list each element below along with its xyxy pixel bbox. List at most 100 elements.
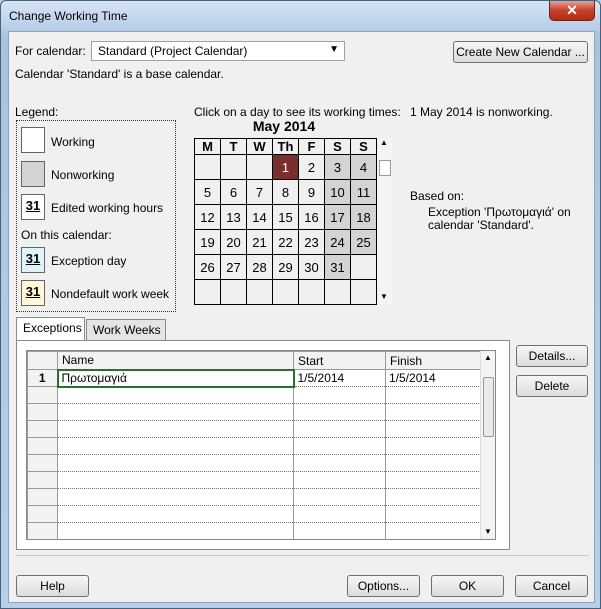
calendar-day[interactable]: 30 — [298, 254, 325, 280]
calendar-day[interactable]: 20 — [220, 229, 247, 255]
ok-button[interactable]: OK — [431, 575, 504, 597]
empty-cell[interactable] — [293, 403, 386, 421]
row-index[interactable] — [27, 488, 58, 506]
empty-cell[interactable] — [293, 386, 386, 404]
calendar-select[interactable]: Standard (Project Calendar) ▼ — [91, 41, 345, 61]
calendar-day[interactable]: 14 — [246, 204, 273, 230]
row-index[interactable] — [27, 454, 58, 472]
calendar-day[interactable]: 23 — [298, 229, 325, 255]
column-header-finish[interactable]: Finish — [385, 351, 482, 370]
calendar-day[interactable] — [194, 154, 221, 180]
calendar-day[interactable]: 6 — [220, 179, 247, 205]
row-index[interactable] — [27, 420, 58, 438]
empty-cell[interactable] — [293, 471, 386, 489]
empty-cell[interactable] — [57, 437, 294, 455]
create-new-calendar-button[interactable]: Create New Calendar ... — [453, 41, 588, 63]
calendar-day[interactable]: 2 — [298, 154, 325, 180]
close-button[interactable]: ✕ — [549, 1, 595, 21]
calendar-day[interactable]: 18 — [350, 204, 377, 230]
calendar-day[interactable]: 25 — [350, 229, 377, 255]
calendar-day[interactable]: 21 — [246, 229, 273, 255]
calendar-day[interactable] — [350, 279, 377, 305]
options-button[interactable]: Options... — [347, 575, 420, 597]
calendar-day[interactable] — [246, 154, 273, 180]
calendar-day[interactable] — [194, 279, 221, 305]
empty-cell[interactable] — [293, 420, 386, 438]
scroll-up-icon[interactable]: ▲ — [484, 353, 492, 362]
cancel-button[interactable]: Cancel — [515, 575, 588, 597]
empty-cell[interactable] — [293, 505, 386, 523]
grid-scroll-thumb[interactable] — [483, 377, 494, 437]
exception-start-cell[interactable]: 1/5/2014 — [293, 369, 386, 387]
calendar-day[interactable]: 29 — [272, 254, 299, 280]
empty-cell[interactable] — [385, 386, 482, 404]
help-button[interactable]: Help — [16, 575, 89, 597]
table-row[interactable]: 1 Πρωτομαγιά 1/5/2014 1/5/2014 — [27, 368, 482, 388]
calendar-day[interactable]: 31 — [324, 254, 351, 280]
empty-cell[interactable] — [385, 420, 482, 438]
calendar-day[interactable] — [324, 279, 351, 305]
calendar-scroll-thumb[interactable] — [379, 160, 391, 176]
calendar-day[interactable]: 7 — [246, 179, 273, 205]
calendar-day[interactable]: 27 — [220, 254, 247, 280]
column-header-start[interactable]: Start — [293, 351, 386, 370]
calendar-day[interactable] — [246, 279, 273, 305]
empty-cell[interactable] — [57, 488, 294, 506]
calendar-day[interactable]: 17 — [324, 204, 351, 230]
empty-cell[interactable] — [293, 488, 386, 506]
calendar-day[interactable]: 12 — [194, 204, 221, 230]
calendar-day-selected[interactable]: 1 — [272, 154, 299, 180]
empty-cell[interactable] — [57, 522, 294, 539]
row-index[interactable] — [27, 522, 58, 539]
table-row[interactable] — [27, 403, 482, 421]
row-index[interactable] — [27, 471, 58, 489]
empty-cell[interactable] — [385, 403, 482, 421]
empty-cell[interactable] — [57, 454, 294, 472]
calendar-day[interactable]: 11 — [350, 179, 377, 205]
calendar-day[interactable]: 26 — [194, 254, 221, 280]
calendar-day[interactable] — [298, 279, 325, 305]
empty-cell[interactable] — [57, 471, 294, 489]
calendar-day[interactable] — [220, 279, 247, 305]
empty-cell[interactable] — [385, 471, 482, 489]
empty-cell[interactable] — [385, 437, 482, 455]
calendar-day[interactable]: 9 — [298, 179, 325, 205]
calendar-day[interactable]: 16 — [298, 204, 325, 230]
empty-cell[interactable] — [385, 522, 482, 539]
calendar-day[interactable] — [272, 279, 299, 305]
table-row[interactable] — [27, 454, 482, 472]
table-row[interactable] — [27, 522, 482, 539]
calendar-day[interactable]: 19 — [194, 229, 221, 255]
table-row[interactable] — [27, 420, 482, 438]
calendar-day[interactable]: 8 — [272, 179, 299, 205]
empty-cell[interactable] — [57, 403, 294, 421]
scroll-up-icon[interactable]: ▲ — [380, 138, 388, 147]
details-button[interactable]: Details... — [516, 345, 588, 367]
exceptions-grid[interactable]: Name Start Finish 1 Πρωτομαγιά 1/5/2014 … — [26, 350, 496, 540]
calendar-scrollbar[interactable]: ▲ ▼ — [378, 138, 392, 304]
row-index[interactable]: 1 — [27, 369, 58, 387]
empty-cell[interactable] — [293, 437, 386, 455]
calendar-day[interactable]: 13 — [220, 204, 247, 230]
scroll-down-icon[interactable]: ▼ — [380, 292, 388, 301]
calendar-day[interactable]: 24 — [324, 229, 351, 255]
column-header-name[interactable]: Name — [57, 351, 294, 370]
exception-name-cell[interactable]: Πρωτομαγιά — [56, 368, 295, 388]
calendar-day[interactable]: 3 — [324, 154, 351, 180]
calendar-day[interactable]: 4 — [350, 154, 377, 180]
empty-cell[interactable] — [385, 488, 482, 506]
table-row[interactable] — [27, 505, 482, 523]
table-row[interactable] — [27, 471, 482, 489]
grid-scrollbar[interactable]: ▲ ▼ — [480, 351, 495, 539]
table-row[interactable] — [27, 437, 482, 455]
empty-cell[interactable] — [57, 386, 294, 404]
title-bar[interactable]: Change Working Time ✕ — [1, 1, 600, 31]
row-index[interactable] — [27, 437, 58, 455]
empty-cell[interactable] — [293, 454, 386, 472]
calendar-day[interactable]: 15 — [272, 204, 299, 230]
row-index[interactable] — [27, 505, 58, 523]
row-index[interactable] — [27, 403, 58, 421]
empty-cell[interactable] — [385, 505, 482, 523]
calendar-day[interactable] — [220, 154, 247, 180]
tab-work-weeks[interactable]: Work Weeks — [86, 319, 166, 340]
